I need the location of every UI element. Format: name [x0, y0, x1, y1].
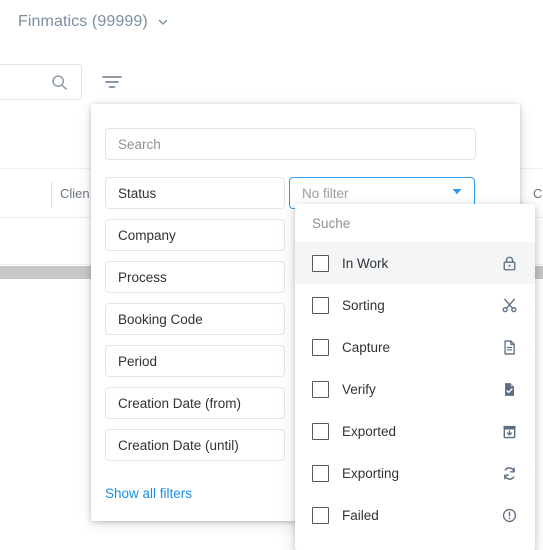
chevron-down-icon: [157, 16, 168, 27]
checkbox[interactable]: [312, 296, 329, 314]
dropdown-option-label: Sorting: [342, 297, 385, 313]
filter-field-period[interactable]: Period: [105, 345, 285, 377]
dropdown-option-exported[interactable]: Exported: [295, 410, 535, 452]
dropdown-option-label: In Work: [342, 255, 389, 271]
client-selector[interactable]: Finmatics (99999): [18, 13, 168, 31]
filter-field-creation-date-until[interactable]: Creation Date (until): [105, 429, 285, 461]
dropdown-option-in-work[interactable]: In Work: [295, 242, 535, 284]
dropdown-option-label: Exported: [342, 423, 397, 439]
dropdown-option-capture[interactable]: Capture: [295, 326, 535, 368]
filter-field-process[interactable]: Process: [105, 261, 285, 293]
document-check-icon: [500, 380, 518, 398]
document-icon: [500, 338, 518, 356]
top-bar: Finmatics (99999): [0, 0, 543, 44]
filter-field-creation-date-from[interactable]: Creation Date (from): [105, 387, 285, 419]
dropdown-option-verify[interactable]: Verify: [295, 368, 535, 410]
dropdown-option-sorting[interactable]: Sorting: [295, 284, 535, 326]
checkbox[interactable]: [312, 422, 329, 440]
lock-icon: [500, 254, 518, 272]
client-name-label: Finmatics (99999): [18, 13, 148, 30]
alert-circle-icon: [500, 506, 518, 524]
filter-field-status[interactable]: Status: [105, 177, 285, 209]
box-download-icon: [500, 422, 518, 440]
dropdown-option-label: Failed: [342, 507, 379, 523]
checkbox[interactable]: [312, 254, 329, 272]
status-filter-value: No filter: [302, 185, 349, 201]
sync-icon: [500, 464, 518, 482]
dropdown-option-label: Verify: [342, 381, 376, 397]
dropdown-option-label: Exporting: [342, 465, 400, 481]
search-icon: [50, 73, 69, 92]
chevron-down-icon: [450, 184, 464, 203]
filter-field-booking-code[interactable]: Booking Code: [105, 303, 285, 335]
checkbox[interactable]: [312, 506, 329, 524]
checkbox[interactable]: [312, 380, 329, 398]
column-header-c[interactable]: C: [533, 186, 542, 201]
scissors-icon: [500, 296, 518, 314]
dropdown-option-label: Capture: [342, 339, 391, 355]
filter-field-company[interactable]: Company: [105, 219, 285, 251]
checkbox[interactable]: [312, 338, 329, 356]
search-input[interactable]: [0, 64, 82, 100]
dropdown-option-exporting[interactable]: Exporting: [295, 452, 535, 494]
checkbox[interactable]: [312, 464, 329, 482]
dropdown-search-input[interactable]: Suche: [295, 204, 535, 242]
dropdown-option-failed[interactable]: Failed: [295, 494, 535, 536]
column-header-client[interactable]: Clien: [60, 186, 90, 201]
show-all-filters-link[interactable]: Show all filters: [105, 486, 192, 501]
status-dropdown-menu: Suche In Work Sorting Capture Verify Exp…: [295, 204, 535, 550]
column-divider: [51, 182, 52, 208]
filter-icon[interactable]: [98, 70, 126, 94]
toolbar-row: [0, 56, 543, 106]
filter-search-input[interactable]: Search: [105, 128, 476, 160]
